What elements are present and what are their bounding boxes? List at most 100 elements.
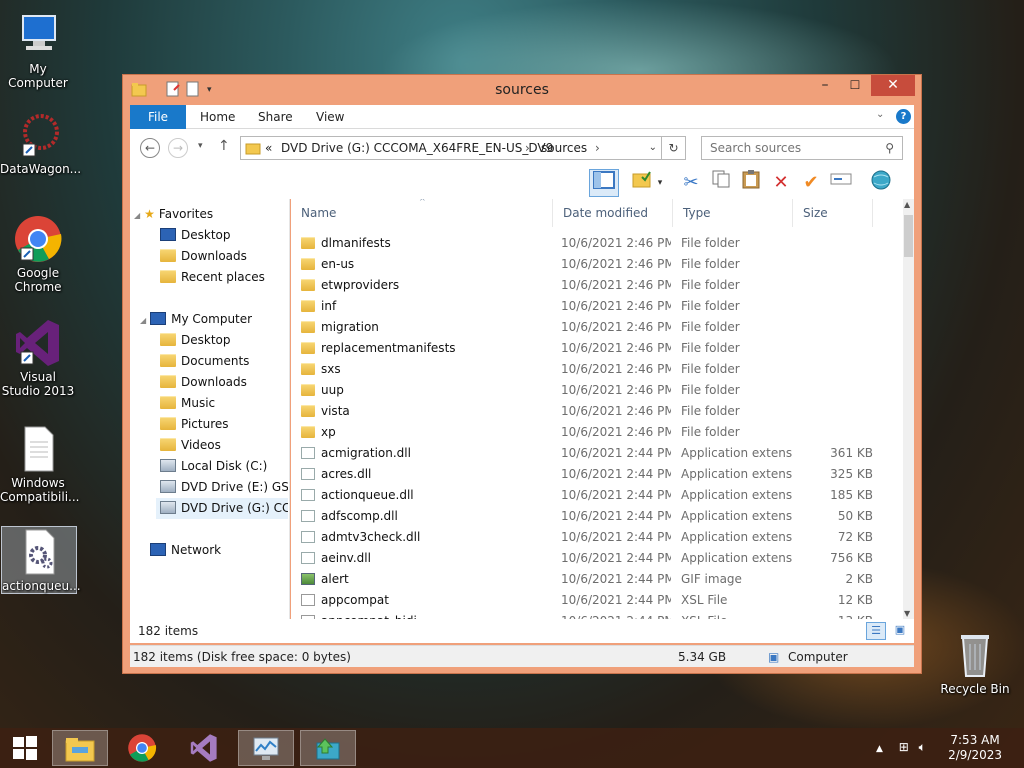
file-size: 12 KB — [837, 593, 873, 607]
desktop-icon-google-chrome[interactable]: Google Chrome — [0, 214, 76, 294]
expand-ribbon-icon[interactable]: ⌄ — [876, 109, 884, 120]
chevron-down-icon[interactable]: ▾ — [653, 169, 667, 197]
file-row[interactable]: replacementmanifests 10/6/2021 2:46 PM Fil… — [291, 338, 886, 359]
globe-icon[interactable] — [866, 169, 896, 197]
chevron-down-icon[interactable]: ⌄ — [649, 142, 657, 153]
file-row[interactable]: appcompat_bidi 10/6/2021 2:44 PM XSL File1… — [291, 611, 886, 619]
search-input[interactable] — [710, 141, 880, 155]
file-row[interactable]: inf 10/6/2021 2:46 PM File folder — [291, 296, 886, 317]
tab-file[interactable]: File — [130, 105, 186, 129]
start-button[interactable] — [0, 730, 50, 766]
breadcrumb-separator[interactable]: › — [525, 141, 530, 155]
file-row[interactable]: appcompat 10/6/2021 2:44 PM XSL File 12 KB — [291, 590, 886, 611]
breadcrumb-overflow[interactable]: « — [265, 141, 272, 155]
address-bar[interactable]: « DVD Drive (G:) CCCOMA_X64FRE_EN-US_DV9… — [240, 136, 662, 160]
nav-item-music[interactable]: Music — [160, 393, 215, 414]
recent-locations-icon[interactable]: ▾ — [198, 141, 203, 151]
nav-item-favorites[interactable]: ◢ ★ Favorites — [134, 204, 213, 225]
scroll-up-icon[interactable]: ▲ — [904, 200, 910, 209]
file-row[interactable]: uup 10/6/2021 2:46 PM File folder — [291, 380, 886, 401]
preview-pane-button[interactable] — [589, 169, 619, 197]
file-row[interactable]: actionqueue.dll 10/6/2021 2:44 PM Applicat… — [291, 485, 886, 506]
nav-label: DVD Drive (E:) GSP1RMCULFRER_EN_DVD — [181, 480, 288, 494]
tab-view[interactable]: View — [302, 105, 358, 129]
desktop-icon-actionqueue[interactable]: actionqueu... — [1, 526, 81, 594]
music-icon — [160, 396, 176, 409]
breadcrumb-separator[interactable]: › — [595, 141, 600, 155]
file-row[interactable]: alert 10/6/2021 2:44 PM GIF image 2 KB — [291, 569, 886, 590]
nav-item-desktop[interactable]: Desktop — [160, 225, 231, 246]
refresh-button[interactable]: ↻ — [662, 136, 686, 160]
nav-item-my-computer[interactable]: ◢ My Computer — [140, 309, 252, 330]
column-header-size[interactable]: Size — [793, 199, 873, 227]
breadcrumb-drive[interactable]: DVD Drive (G:) CCCOMA_X64FRE_EN-US_DV9 — [281, 141, 553, 155]
scroll-down-icon[interactable]: ▼ — [904, 609, 910, 618]
delete-icon[interactable]: ✕ — [766, 169, 796, 197]
file-row[interactable]: acmigration.dll 10/6/2021 2:44 PM Applicat… — [291, 443, 886, 464]
nav-item-documents[interactable]: Documents — [160, 351, 249, 372]
title-bar[interactable]: ▾ sources – ☐ ✕ — [123, 75, 921, 105]
file-row[interactable]: vista 10/6/2021 2:46 PM File folder — [291, 401, 886, 422]
nav-item-local-disk[interactable]: Local Disk (C:) — [160, 456, 267, 477]
file-row[interactable]: acres.dll 10/6/2021 2:44 PM Application ex… — [291, 464, 886, 485]
nav-item-videos[interactable]: Videos — [160, 435, 221, 456]
recycle-bin-icon — [950, 630, 1000, 680]
breadcrumb-sources[interactable]: sources — [541, 141, 587, 155]
nav-item-network[interactable]: Network — [150, 540, 221, 561]
large-icons-view-icon[interactable]: ▣ — [890, 622, 910, 640]
nav-item-recent-places[interactable]: Recent places — [160, 267, 265, 288]
file-row[interactable]: aeinv.dll 10/6/2021 2:44 PM Application ex… — [291, 548, 886, 569]
file-row[interactable]: dlmanifests 10/6/2021 2:46 PM File folder — [291, 233, 886, 254]
search-icon[interactable]: ⚲ — [885, 141, 894, 155]
file-row[interactable]: migration 10/6/2021 2:46 PM File folder — [291, 317, 886, 338]
nav-item-dvd-drive-g[interactable]: DVD Drive (G:) CCCOMA_X64FRE_EN-US_DV9 — [156, 498, 288, 519]
network-icon[interactable]: ⊞ — [899, 740, 909, 754]
paste-icon[interactable] — [736, 169, 766, 197]
checkmark-icon[interactable]: ✔ — [796, 169, 826, 197]
volume-icon[interactable]: 🔈︎ — [919, 740, 926, 754]
nav-item-dvd-drive-e[interactable]: DVD Drive (E:) GSP1RMCULFRER_EN_DVD — [160, 477, 288, 498]
vertical-scrollbar[interactable]: ▲ ▼ — [903, 199, 914, 619]
minimize-button[interactable]: – — [811, 75, 839, 96]
desktop-icon-visual-studio[interactable]: Visual Studio 2013 — [0, 318, 76, 398]
show-hidden-icons-icon[interactable]: ▲ — [876, 744, 883, 754]
scrollbar-thumb[interactable] — [904, 215, 913, 257]
file-row[interactable]: sxs 10/6/2021 2:46 PM File folder — [291, 359, 886, 380]
file-row[interactable]: admtv3check.dll 10/6/2021 2:44 PM Applicat… — [291, 527, 886, 548]
close-button[interactable]: ✕ — [871, 75, 915, 96]
forward-button[interactable]: → — [168, 138, 188, 158]
tab-share[interactable]: Share — [244, 105, 307, 129]
file-row[interactable]: xp 10/6/2021 2:46 PM File folder — [291, 422, 886, 443]
back-button[interactable]: ← — [140, 138, 160, 158]
taskbar-installer[interactable] — [300, 730, 356, 766]
taskbar-resource-monitor[interactable] — [238, 730, 294, 766]
dll-file-icon — [301, 552, 315, 564]
cut-icon[interactable]: ✂ — [676, 169, 706, 197]
nav-item-pictures[interactable]: Pictures — [160, 414, 229, 435]
copy-icon[interactable] — [706, 169, 736, 197]
clock[interactable]: 7:53 AM 2/9/2023 — [948, 733, 1002, 763]
nav-item-desktop[interactable]: Desktop — [160, 330, 231, 351]
desktop-icon-recycle-bin[interactable]: Recycle Bin — [937, 630, 1013, 696]
details-view-icon[interactable]: ☰ — [866, 622, 886, 640]
column-header-date[interactable]: Date modified — [553, 199, 673, 227]
rename-icon[interactable] — [826, 169, 856, 197]
column-header-type[interactable]: Type — [673, 199, 793, 227]
taskbar-file-explorer[interactable] — [52, 730, 108, 766]
file-row[interactable]: en-us 10/6/2021 2:46 PM File folder — [291, 254, 886, 275]
search-box[interactable]: ⚲ — [701, 136, 903, 160]
desktop-icon-my-computer[interactable]: My Computer — [0, 10, 76, 90]
file-name: appcompat_bidi — [321, 611, 546, 619]
up-button[interactable]: ↑ — [218, 138, 230, 154]
tab-home[interactable]: Home — [186, 105, 249, 129]
taskbar-google-chrome[interactable] — [114, 730, 170, 766]
desktop-icon-datawagon[interactable]: DataWagon... — [0, 110, 81, 176]
help-icon[interactable]: ? — [896, 109, 911, 124]
file-row[interactable]: adfscomp.dll 10/6/2021 2:44 PM Application… — [291, 506, 886, 527]
taskbar-visual-studio[interactable] — [176, 730, 232, 766]
file-row[interactable]: etwproviders 10/6/2021 2:46 PM File folder — [291, 275, 886, 296]
desktop-icon-windows-compatibility[interactable]: Windows Compatibili... — [0, 424, 79, 504]
nav-item-downloads[interactable]: Downloads — [160, 246, 247, 267]
maximize-button[interactable]: ☐ — [841, 75, 869, 96]
nav-item-downloads[interactable]: Downloads — [160, 372, 247, 393]
